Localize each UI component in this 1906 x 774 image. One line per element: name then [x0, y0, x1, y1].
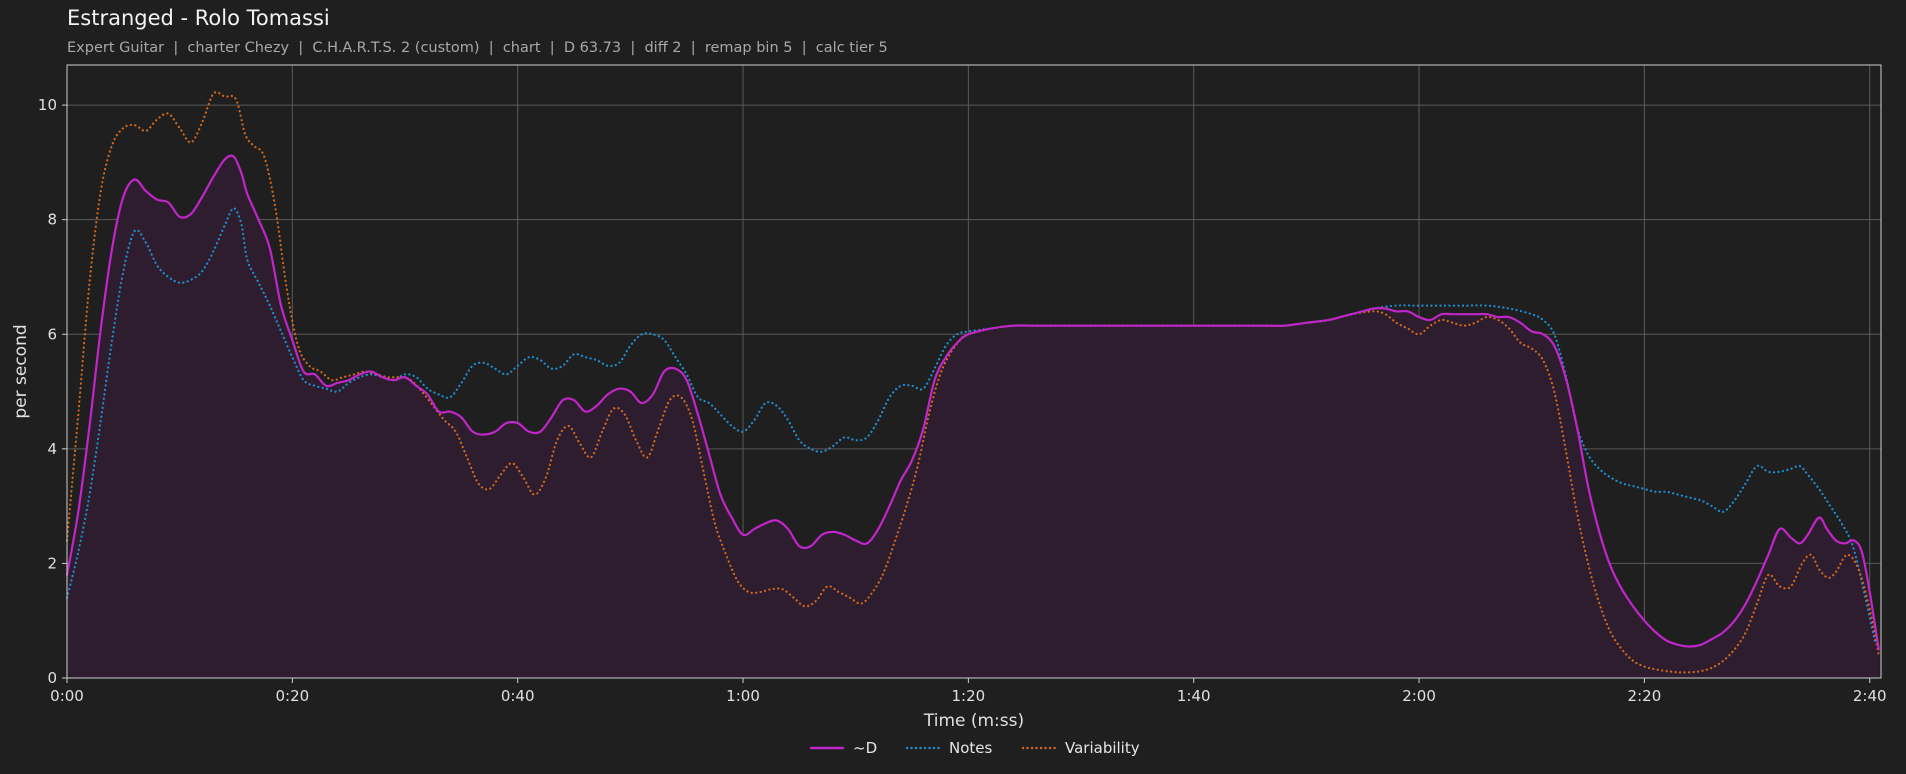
chart-root: Estranged - Rolo Tomassi Expert Guitar |… [0, 0, 1906, 774]
x-tick-label: 1:00 [726, 687, 760, 705]
chart-svg: 0:00 0:20 0:40 1:00 1:20 1:40 2:00 2:20 2:40 0 2 4 6… [11, 64, 1887, 757]
y-tick-label: 8 [47, 211, 57, 229]
y-tick-label: 4 [47, 440, 57, 458]
legend-label-0: ~D [853, 739, 877, 757]
x-tick-label: 0:40 [501, 687, 535, 705]
y-tick-label: 10 [38, 96, 57, 114]
y-tick-label: 2 [47, 554, 57, 572]
x-tick-label: 2:40 [1853, 687, 1887, 705]
x-tick-label: 1:20 [952, 687, 986, 705]
y-axis-label: per second [11, 324, 31, 418]
x-axis-label: Time (m:ss) [923, 711, 1024, 731]
x-tick-label: 1:40 [1177, 687, 1211, 705]
legend-label-1: Notes [949, 739, 993, 757]
y-tick-label: 6 [47, 325, 57, 343]
x-tick-label: 0:00 [50, 687, 84, 705]
legend-label-2: Variability [1065, 739, 1140, 757]
x-tick-label: 2:20 [1628, 687, 1662, 705]
x-tick-label: 0:20 [275, 687, 309, 705]
x-tick-label: 2:00 [1402, 687, 1436, 705]
y-tick-label: 0 [47, 669, 57, 687]
legend: ~D Notes Variability [809, 739, 1140, 757]
